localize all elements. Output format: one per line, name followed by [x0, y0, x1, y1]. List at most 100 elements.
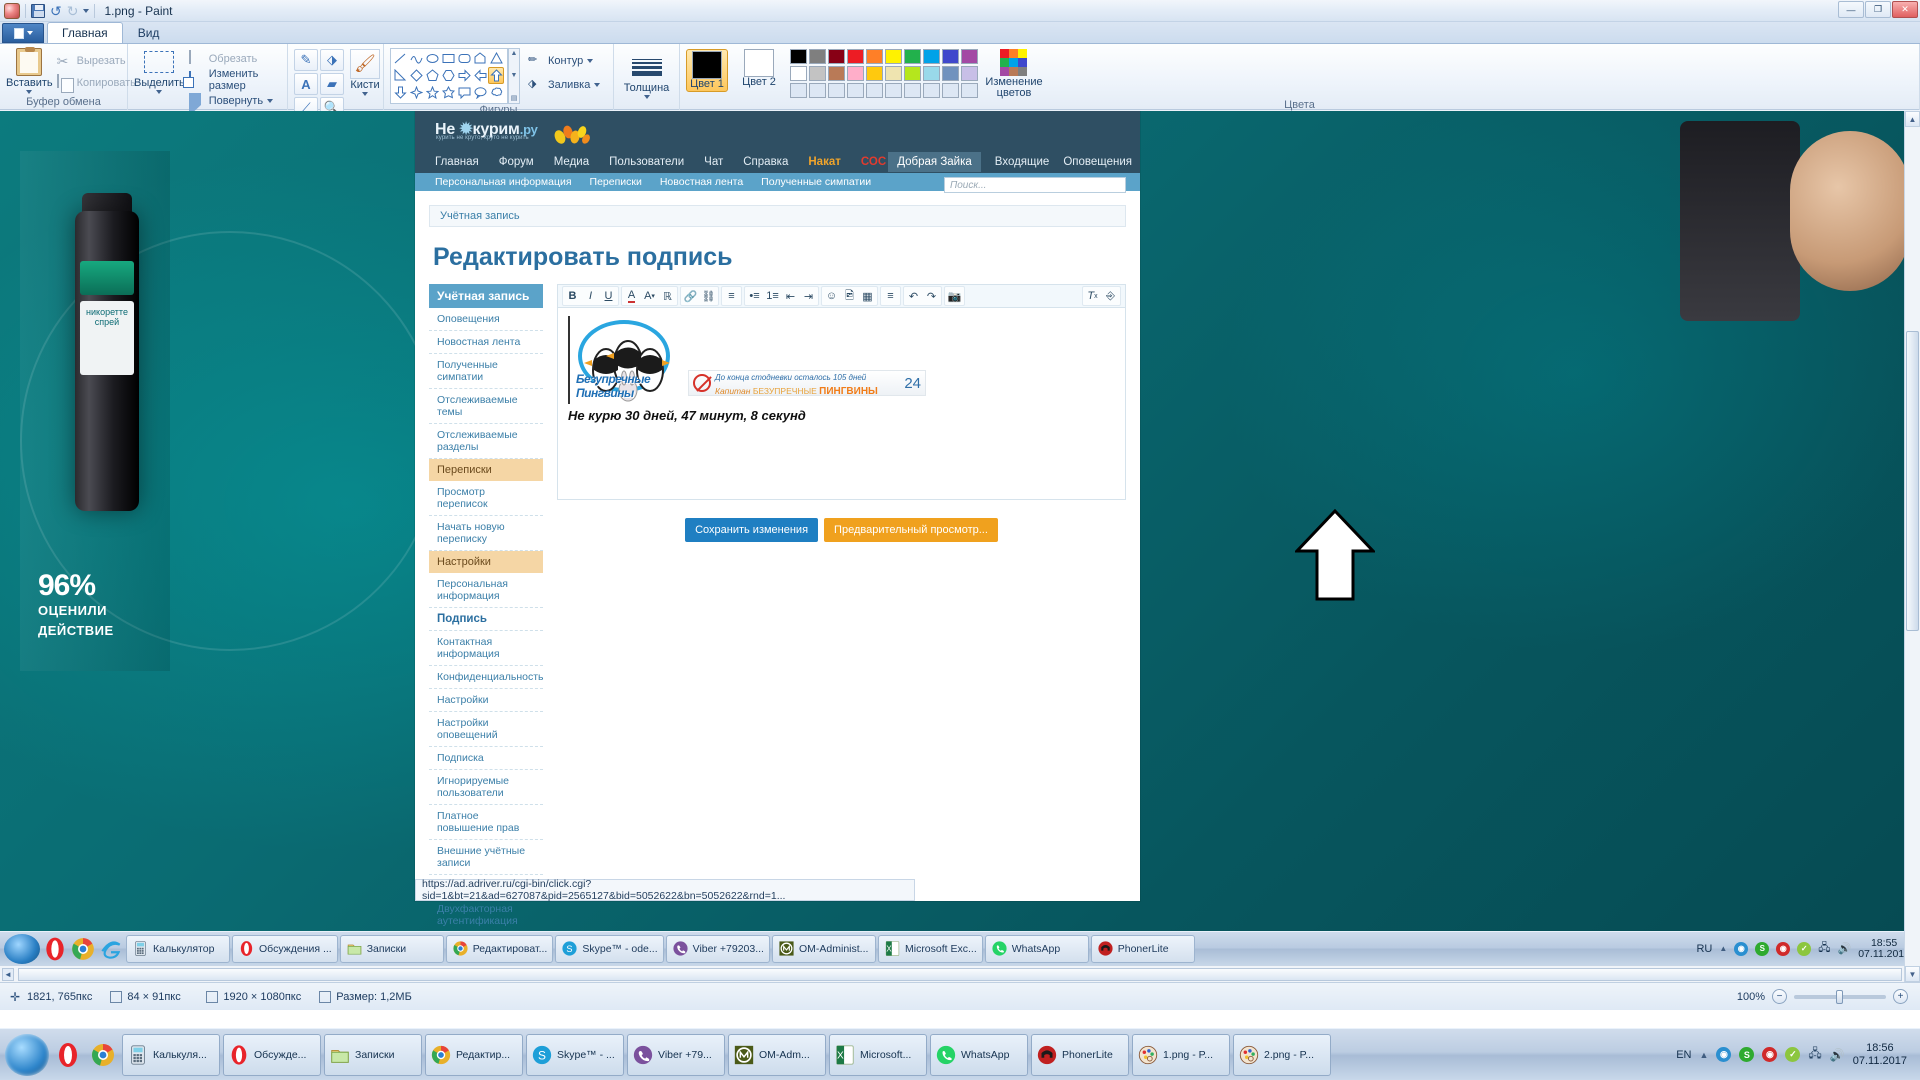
paint-icon[interactable]: [4, 3, 20, 19]
palette-swatch-1-5[interactable]: [866, 49, 883, 64]
scroll-left-icon[interactable]: ◄: [2, 968, 14, 981]
chevron-down-icon[interactable]: [267, 99, 273, 103]
taskbar-item-1[interactable]: Калькулятор: [126, 935, 230, 963]
chevron-down-icon[interactable]: [587, 59, 593, 63]
zoom-in-icon[interactable]: +: [1893, 989, 1908, 1004]
color1-swatch[interactable]: [692, 51, 722, 79]
edit-colors-button[interactable]: Изменение цветов: [988, 49, 1040, 99]
sidebar-item-6[interactable]: Отслеживаемые разделы: [429, 424, 543, 459]
toggle-bbcode-icon[interactable]: ⎆: [1102, 287, 1119, 305]
taskbar-item-2[interactable]: Обсуждения ...: [232, 935, 338, 963]
palette-custom-slot-3[interactable]: [828, 83, 845, 98]
up-arrow-shape-icon[interactable]: [488, 67, 504, 84]
network-tray-icon[interactable]: ◉: [1716, 1047, 1731, 1062]
palette-custom-slot-5[interactable]: [866, 83, 883, 98]
scroll-down-icon[interactable]: ▼: [1905, 966, 1920, 982]
palette-swatch-2-1[interactable]: [790, 66, 807, 81]
insert-link-icon[interactable]: 🔗: [682, 287, 699, 305]
brushes-button[interactable]: 🖌 Кисти: [350, 49, 380, 96]
canvas-vscrollbar[interactable]: ▲ ▼: [1904, 111, 1920, 982]
italic-icon[interactable]: I: [582, 287, 599, 305]
os-taskbar-item-5[interactable]: SSkype™ - ...: [526, 1034, 624, 1076]
ie-icon[interactable]: [98, 936, 124, 962]
chrome-icon[interactable]: [87, 1038, 119, 1072]
nav-item-2[interactable]: Форум: [499, 156, 534, 168]
save-icon[interactable]: [31, 4, 45, 18]
rounded-rect-shape-icon[interactable]: [456, 50, 472, 67]
cut-button[interactable]: ✂ Вырезать: [57, 51, 136, 71]
palette-swatch-1-2[interactable]: [809, 49, 826, 64]
color2-button[interactable]: Цвет 2: [738, 49, 780, 88]
vscroll-thumb[interactable]: [1906, 331, 1919, 631]
nav-item-8[interactable]: СОС: [861, 156, 886, 168]
nav-item-5[interactable]: Чат: [704, 156, 723, 168]
drawn-arrow-annotation[interactable]: [1295, 509, 1375, 601]
font-size-icon[interactable]: A▾: [641, 287, 658, 305]
chevron-down-icon[interactable]: [594, 83, 600, 87]
nav-right-link-1[interactable]: Входящие: [995, 156, 1050, 168]
text-color-icon[interactable]: A: [623, 287, 640, 305]
green-tray-icon[interactable]: S: [1739, 1047, 1754, 1062]
outline-button[interactable]: ✏ Контур: [528, 51, 600, 71]
select-button[interactable]: Выделить: [134, 47, 185, 94]
crop-button[interactable]: Обрезать: [189, 49, 281, 69]
palette-swatch-2-3[interactable]: [828, 66, 845, 81]
breadcrumb[interactable]: Учётная запись: [429, 205, 1126, 227]
four-point-star-icon[interactable]: [408, 84, 424, 101]
palette-swatch-1-8[interactable]: [923, 49, 940, 64]
shapes-scrollbar[interactable]: ▲ ▼ ▤: [508, 48, 520, 104]
palette-swatch-2-5[interactable]: [866, 66, 883, 81]
fill-button[interactable]: ⬗ Заливка: [528, 75, 600, 95]
search-input[interactable]: Поиск...: [944, 177, 1126, 193]
palette-swatch-2-9[interactable]: [942, 66, 959, 81]
os-taskbar-item-9[interactable]: WhatsApp: [930, 1034, 1028, 1076]
quote-icon[interactable]: ≡: [882, 287, 899, 305]
oval-shape-icon[interactable]: [424, 50, 440, 67]
chevron-down-icon[interactable]: [156, 90, 162, 94]
underline-icon[interactable]: U: [600, 287, 617, 305]
clock[interactable]: 18:5507.11.2017: [1858, 938, 1910, 960]
undo-icon[interactable]: ↶: [905, 287, 922, 305]
os-taskbar-item-2[interactable]: Обсужде...: [223, 1034, 321, 1076]
indent-icon[interactable]: ⇥: [800, 287, 817, 305]
sidebar-item-3[interactable]: Новостная лента: [429, 331, 543, 354]
os-taskbar-item-11[interactable]: 1.png - P...: [1132, 1034, 1230, 1076]
subnav-item-3[interactable]: Новостная лента: [660, 176, 743, 188]
volume-icon[interactable]: 🔊: [1830, 1048, 1845, 1062]
sidebar-item-4[interactable]: Полученные симпатии: [429, 354, 543, 389]
user-menu[interactable]: Добрая Зайка: [888, 152, 981, 172]
right-triangle-shape-icon[interactable]: [392, 67, 408, 84]
sidebar-item-16[interactable]: Настройки оповещений: [429, 712, 543, 747]
palette-swatch-2-7[interactable]: [904, 66, 921, 81]
sidebar-item-18[interactable]: Игнорируемые пользователи: [429, 770, 543, 805]
text-tool-icon[interactable]: A: [294, 73, 318, 95]
taskbar-item-10[interactable]: PhonerLite: [1091, 935, 1195, 963]
opera-icon[interactable]: [52, 1038, 84, 1072]
captured-hscrollbar[interactable]: ◄: [0, 965, 1920, 982]
palette-swatch-1-1[interactable]: [790, 49, 807, 64]
triangle-shape-icon[interactable]: [488, 50, 504, 67]
opera-icon[interactable]: [42, 936, 68, 962]
nav-item-3[interactable]: Медиа: [554, 156, 589, 168]
camera-icon[interactable]: 📷: [946, 287, 963, 305]
preview-button[interactable]: Предварительный просмотр...: [824, 518, 998, 542]
os-taskbar-item-4[interactable]: Редактир...: [425, 1034, 523, 1076]
five-point-star-icon[interactable]: [424, 84, 440, 101]
palette-custom-slot-2[interactable]: [809, 83, 826, 98]
hexagon-shape-icon[interactable]: [440, 67, 456, 84]
ad-banner-left[interactable]: никоретте спрей 96% ОЦЕНИЛИ ДЕЙСТВИЕ: [20, 151, 170, 671]
six-point-star-icon[interactable]: [440, 84, 456, 101]
sidebar-item-14[interactable]: Конфиденциальность: [429, 666, 543, 689]
sidebar-item-5[interactable]: Отслеживаемые темы: [429, 389, 543, 424]
image-icon[interactable]: 🖻: [841, 287, 858, 305]
redo-icon[interactable]: ↻: [67, 4, 79, 18]
taskbar-item-8[interactable]: XMicrosoft Exc...: [878, 935, 983, 963]
chrome-icon[interactable]: [70, 936, 96, 962]
minimize-button[interactable]: —: [1838, 1, 1864, 18]
signature-banner[interactable]: До конца стодневки осталось 105 дней Кап…: [688, 370, 926, 396]
lime-tray-icon[interactable]: ✓: [1797, 942, 1811, 956]
fill-tool-icon[interactable]: ⬗: [320, 49, 344, 71]
subnav-item-1[interactable]: Персональная информация: [435, 176, 572, 188]
hscroll-thumb[interactable]: [18, 968, 1902, 981]
diamond-shape-icon[interactable]: [408, 67, 424, 84]
